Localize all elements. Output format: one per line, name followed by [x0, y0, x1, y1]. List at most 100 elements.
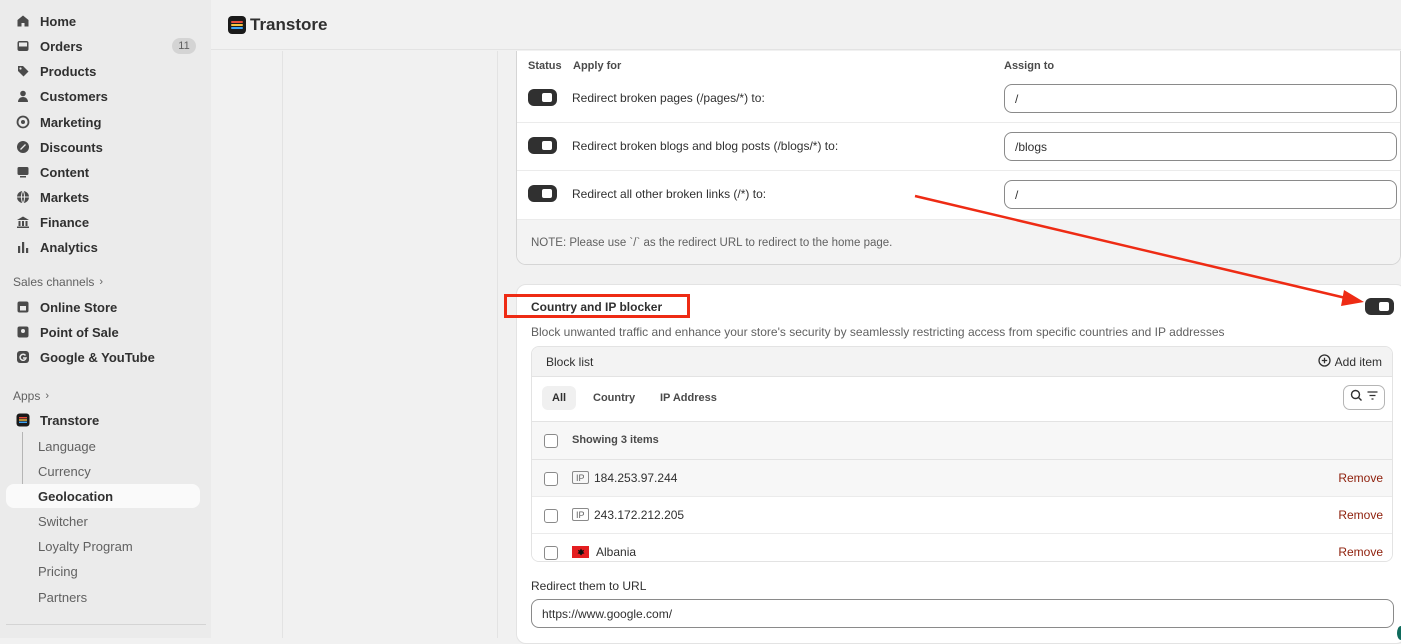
- sidebar-item-transtore[interactable]: Transtore: [6, 408, 200, 432]
- add-item-label: Add item: [1335, 355, 1382, 369]
- remove-button[interactable]: Remove: [1338, 508, 1383, 522]
- table-row[interactable]: IP 184.253.97.244 Remove: [532, 460, 1393, 497]
- ip-tag: IP: [572, 508, 589, 521]
- tab-country[interactable]: Country: [583, 386, 645, 410]
- sidebar-item-label: Products: [40, 64, 96, 79]
- tab-all[interactable]: All: [542, 386, 576, 410]
- pos-icon: [16, 325, 30, 339]
- app-subitem-switcher[interactable]: Switcher: [6, 509, 200, 533]
- sidebar-item-products[interactable]: Products: [6, 59, 200, 83]
- store-icon: [16, 300, 30, 314]
- row-checkbox[interactable]: [544, 472, 558, 486]
- bar-chart-icon: [16, 240, 30, 254]
- transtore-app-icon: [16, 413, 30, 427]
- table-row[interactable]: Albania Remove: [532, 534, 1393, 562]
- block-list-tabs: All Country IP Address: [532, 377, 1393, 422]
- sidebar-item-home[interactable]: Home: [6, 9, 200, 33]
- sidebar-item-finance[interactable]: Finance: [6, 210, 200, 234]
- chevron-right-icon: ›: [99, 276, 103, 288]
- block-item-value: Albania: [596, 545, 636, 559]
- blocker-enable-toggle[interactable]: [1365, 298, 1394, 315]
- sidebar-item-marketing[interactable]: Marketing: [6, 110, 200, 134]
- target-icon: [16, 115, 30, 129]
- redirect-row-label: Redirect broken pages (/pages/*) to:: [572, 91, 765, 105]
- search-filter-button[interactable]: [1343, 385, 1385, 410]
- sidebar-item-label: Home: [40, 14, 76, 29]
- redirect-blogs-toggle[interactable]: [528, 137, 557, 154]
- country-ip-blocker-card: Country and IP blocker Block unwanted tr…: [516, 284, 1401, 644]
- subitem-label: Language: [38, 439, 96, 454]
- google-icon: [16, 350, 30, 364]
- column-header-status: Status: [528, 60, 562, 72]
- ip-tag: IP: [572, 471, 589, 484]
- person-icon: [16, 89, 30, 103]
- block-list: Block list Add item All Country IP Addre…: [531, 346, 1393, 562]
- inbox-icon: [16, 39, 30, 53]
- redirect-other-toggle[interactable]: [528, 185, 557, 202]
- redirect-url-label: Redirect them to URL: [531, 579, 646, 593]
- section-label: Sales channels: [13, 275, 94, 289]
- row-checkbox[interactable]: [544, 546, 558, 560]
- block-list-header: Block list Add item: [532, 347, 1393, 377]
- sidebar-item-google-youtube[interactable]: Google & YouTube: [6, 345, 200, 369]
- sidebar-item-online-store[interactable]: Online Store: [6, 295, 200, 319]
- app-subitem-currency[interactable]: Currency: [6, 459, 200, 483]
- orders-count-badge: 11: [172, 38, 196, 54]
- sidebar-item-label: Content: [40, 165, 89, 180]
- redirect-other-input[interactable]: /: [1004, 180, 1397, 209]
- content-rail: [282, 51, 498, 638]
- apps-heading[interactable]: Apps ›: [13, 389, 49, 403]
- sidebar-item-customers[interactable]: Customers: [6, 84, 200, 108]
- tag-icon: [16, 64, 30, 78]
- app-subitem-language[interactable]: Language: [6, 434, 200, 458]
- subitem-label: Switcher: [38, 514, 88, 529]
- sidebar-item-label: Google & YouTube: [40, 350, 155, 365]
- table-row[interactable]: IP 243.172.212.205 Remove: [532, 497, 1393, 534]
- row-checkbox[interactable]: [544, 509, 558, 523]
- app-header: Transtore: [211, 0, 1401, 50]
- tab-ip-address[interactable]: IP Address: [650, 386, 727, 410]
- redirect-blogs-input[interactable]: /blogs: [1004, 132, 1397, 161]
- column-header-apply-for: Apply for: [573, 60, 621, 72]
- bank-icon: [16, 215, 30, 229]
- sidebar-item-markets[interactable]: Markets: [6, 185, 200, 209]
- sidebar-item-orders[interactable]: Orders 11: [6, 34, 200, 58]
- albania-flag-icon: [572, 546, 589, 558]
- filter-icon: [1366, 389, 1379, 407]
- sidebar-item-label: Customers: [40, 89, 108, 104]
- subitem-label: Pricing: [38, 564, 78, 579]
- block-item-value: 184.253.97.244: [594, 471, 677, 485]
- app-subitem-partners[interactable]: Partners: [6, 585, 200, 609]
- app-subitem-loyalty-program[interactable]: Loyalty Program: [6, 534, 200, 558]
- sidebar-item-analytics[interactable]: Analytics: [6, 235, 200, 259]
- app-subitem-geolocation[interactable]: Geolocation: [6, 484, 200, 508]
- select-all-checkbox[interactable]: [544, 434, 558, 448]
- sidebar-item-discounts[interactable]: Discounts: [6, 135, 200, 159]
- sidebar-divider: [6, 624, 206, 625]
- redirect-pages-toggle[interactable]: [528, 89, 557, 106]
- remove-button[interactable]: Remove: [1338, 471, 1383, 485]
- showing-count: Showing 3 items: [572, 434, 659, 446]
- sidebar-item-label: Finance: [40, 215, 89, 230]
- subitem-label: Geolocation: [38, 489, 113, 504]
- globe-icon: [16, 190, 30, 204]
- remove-button[interactable]: Remove: [1338, 545, 1383, 559]
- sidebar-item-content[interactable]: Content: [6, 160, 200, 184]
- sales-channels-heading[interactable]: Sales channels ›: [13, 275, 103, 289]
- block-item-value: 243.172.212.205: [594, 508, 684, 522]
- sidebar-item-label: Markets: [40, 190, 89, 205]
- redirect-pages-input[interactable]: /: [1004, 84, 1397, 113]
- sidebar-item-point-of-sale[interactable]: Point of Sale: [6, 320, 200, 344]
- redirect-row-label: Redirect broken blogs and blog posts (/b…: [572, 139, 838, 153]
- column-header-assign-to: Assign to: [1004, 60, 1054, 72]
- transtore-logo-icon: [228, 16, 246, 34]
- redirect-url-input[interactable]: https://www.google.com/: [531, 599, 1394, 628]
- block-list-title: Block list: [546, 355, 593, 369]
- home-icon: [16, 14, 30, 28]
- sidebar-item-label: Marketing: [40, 115, 101, 130]
- section-label: Apps: [13, 389, 40, 403]
- app-subitem-pricing[interactable]: Pricing: [6, 559, 200, 583]
- content-icon: [16, 165, 30, 179]
- add-item-button[interactable]: Add item: [1318, 354, 1382, 370]
- subitem-label: Currency: [38, 464, 91, 479]
